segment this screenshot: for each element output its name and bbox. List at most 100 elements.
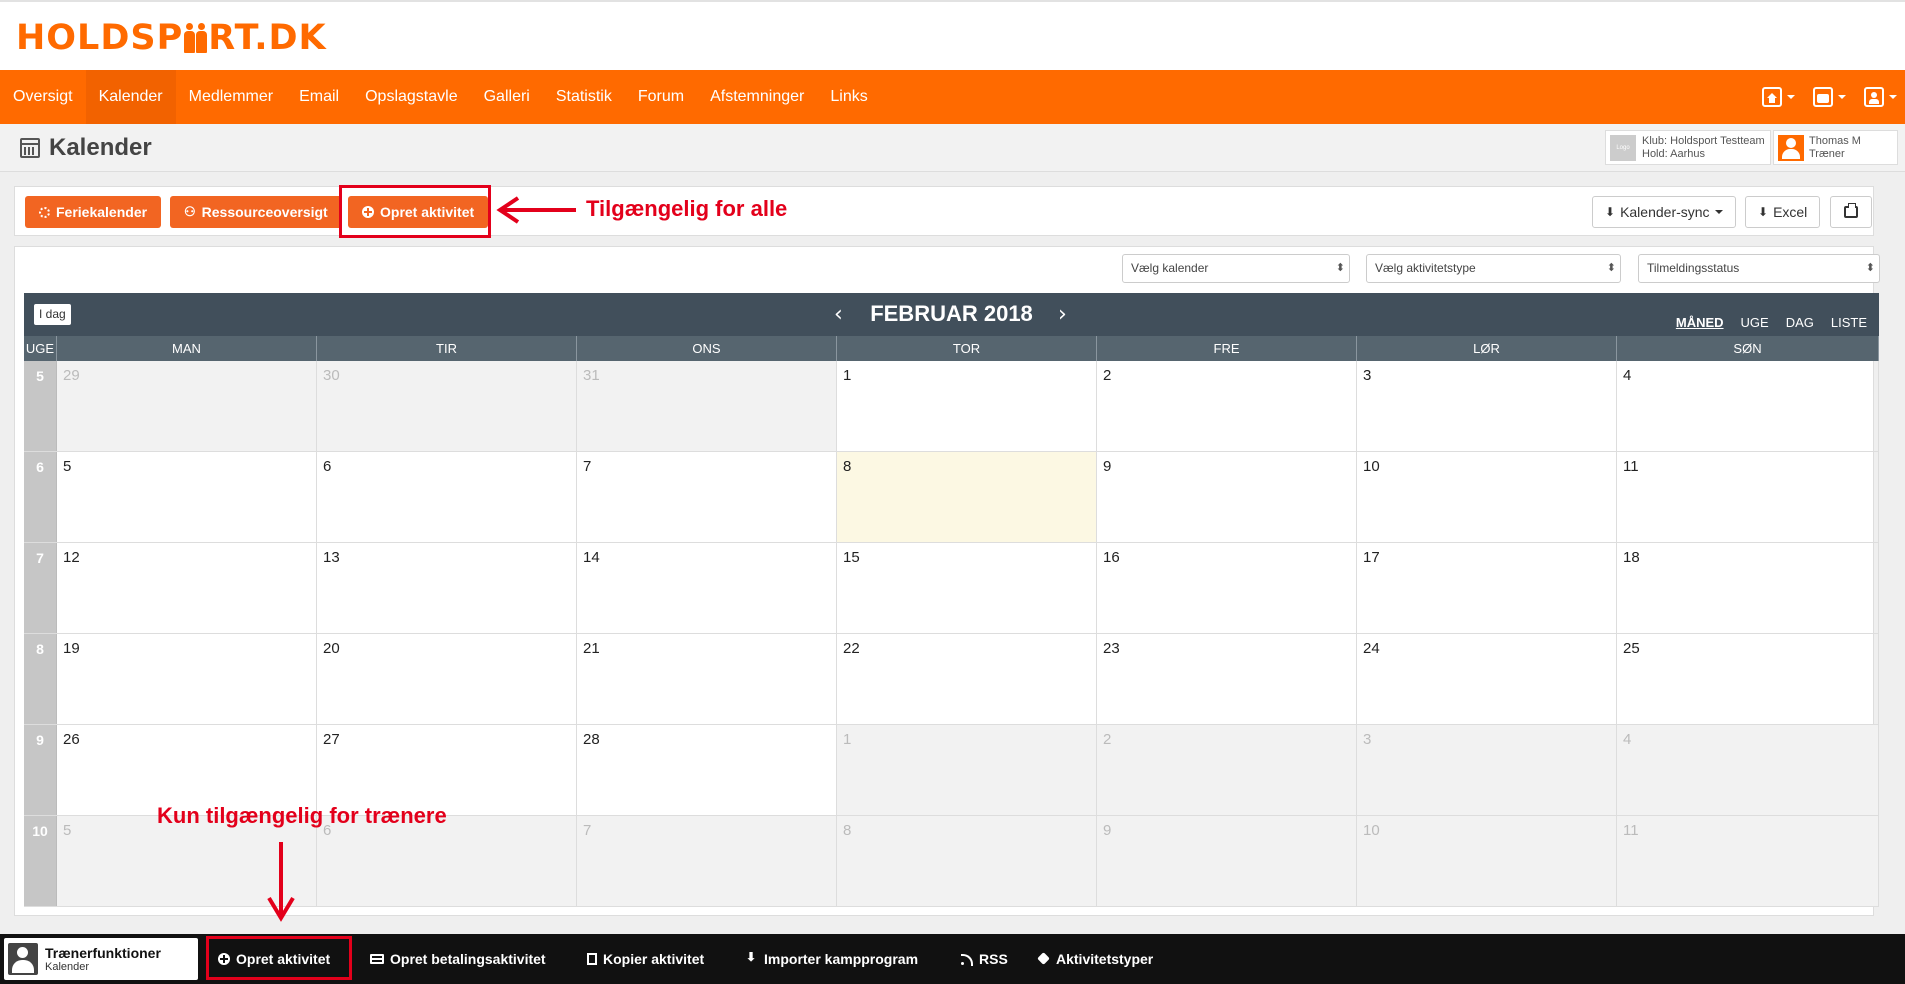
day-cell[interactable]: 13 bbox=[317, 543, 577, 633]
ressourceoversigt-button[interactable]: ⚇ Ressourceoversigt bbox=[170, 196, 342, 228]
day-cell[interactable]: 5 bbox=[57, 452, 317, 542]
club-selector[interactable]: Logo Klub: Holdsport Testteam Hold: Aarh… bbox=[1605, 130, 1771, 165]
team-menu[interactable] bbox=[1813, 87, 1846, 107]
trainer-subtitle: Kalender bbox=[45, 960, 90, 973]
chevron-right-icon[interactable]: › bbox=[1058, 302, 1067, 327]
nav-item-opslagstavle[interactable]: Opslagstavle bbox=[352, 70, 471, 124]
day-cell[interactable]: 4 bbox=[1617, 361, 1879, 451]
bb-rss[interactable]: RSS bbox=[961, 934, 1008, 984]
bb-kopier-aktivitet[interactable]: Kopier aktivitet bbox=[587, 934, 704, 984]
nav-item-medlemmer[interactable]: Medlemmer bbox=[176, 70, 286, 124]
day-number: 13 bbox=[323, 549, 340, 566]
kalender-select[interactable]: Vælg kalender bbox=[1122, 254, 1350, 283]
team-icon bbox=[1813, 87, 1833, 107]
day-cell[interactable]: 31 bbox=[577, 361, 837, 451]
day-cell[interactable]: 7 bbox=[577, 816, 837, 906]
day-cell[interactable]: 3 bbox=[1357, 725, 1617, 815]
day-cell[interactable]: 26 bbox=[57, 725, 317, 815]
tilmeldingsstatus-select[interactable]: Tilmeldingsstatus bbox=[1638, 254, 1880, 283]
day-cell[interactable]: 12 bbox=[57, 543, 317, 633]
day-cell[interactable]: 20 bbox=[317, 634, 577, 724]
day-cell[interactable]: 11 bbox=[1617, 816, 1879, 906]
day-cell-today[interactable]: 8 bbox=[837, 452, 1097, 542]
nav-item-links[interactable]: Links bbox=[817, 70, 880, 124]
day-cell[interactable]: 28 bbox=[577, 725, 837, 815]
kalender-sync-button[interactable]: ⬇ Kalender-sync bbox=[1592, 196, 1736, 228]
bb-opret-betalingsaktivitet[interactable]: Opret betalingsaktivitet bbox=[370, 934, 546, 984]
day-cell[interactable]: 10 bbox=[1357, 452, 1617, 542]
day-cell[interactable]: 19 bbox=[57, 634, 317, 724]
logo-text-part2: RT.DK bbox=[208, 18, 327, 58]
day-cell[interactable]: 16 bbox=[1097, 543, 1357, 633]
day-number: 10 bbox=[1363, 458, 1380, 475]
trainer-functions-box[interactable]: Trænerfunktioner Kalender bbox=[4, 938, 198, 980]
day-cell[interactable]: 4 bbox=[1617, 725, 1879, 815]
day-cell[interactable]: 23 bbox=[1097, 634, 1357, 724]
chevron-left-icon[interactable]: ‹ bbox=[834, 302, 843, 327]
day-cell[interactable]: 21 bbox=[577, 634, 837, 724]
day-cell[interactable]: 30 bbox=[317, 361, 577, 451]
excel-button[interactable]: ⬇ Excel bbox=[1745, 196, 1821, 228]
day-number: 21 bbox=[583, 640, 600, 657]
user-menu[interactable] bbox=[1864, 87, 1897, 107]
day-cell[interactable]: 18 bbox=[1617, 543, 1879, 633]
view-uge[interactable]: UGE bbox=[1741, 315, 1769, 330]
user-info: Thomas M Træner bbox=[1809, 135, 1861, 161]
annotation-highlight-top bbox=[339, 185, 491, 238]
home-menu[interactable] bbox=[1762, 87, 1795, 107]
day-cell[interactable]: 11 bbox=[1617, 452, 1879, 542]
day-cell[interactable]: 14 bbox=[577, 543, 837, 633]
aktivitetstype-select[interactable]: Vælg aktivitetstype bbox=[1366, 254, 1621, 283]
chevron-down-icon bbox=[1714, 210, 1723, 214]
bb-importer-kampprogram[interactable]: Importer kampprogram bbox=[746, 934, 918, 984]
download-icon: ⬇ bbox=[1605, 205, 1616, 219]
nav-item-email[interactable]: Email bbox=[286, 70, 352, 124]
nav-item-galleri[interactable]: Galleri bbox=[471, 70, 543, 124]
day-number: 7 bbox=[583, 458, 592, 475]
week-number: 7 bbox=[24, 543, 57, 633]
weekday-header: LØR bbox=[1357, 336, 1617, 361]
club-name: Klub: Holdsport Testteam bbox=[1642, 134, 1765, 147]
user-name: Thomas M bbox=[1809, 134, 1861, 147]
day-cell[interactable]: 9 bbox=[1097, 816, 1357, 906]
view-dag[interactable]: DAG bbox=[1786, 315, 1814, 330]
user-selector[interactable]: Thomas M Træner bbox=[1773, 130, 1898, 165]
nav-item-forum[interactable]: Forum bbox=[625, 70, 697, 124]
day-cell[interactable]: 25 bbox=[1617, 634, 1879, 724]
nav-item-oversigt[interactable]: Oversigt bbox=[0, 70, 86, 124]
bb-kopier-aktivitet-label: Kopier aktivitet bbox=[603, 951, 705, 967]
feriekalender-button[interactable]: Feriekalender bbox=[25, 196, 162, 228]
day-number: 8 bbox=[843, 822, 852, 839]
week-row: 6 5 6 7 8 9 10 11 bbox=[24, 452, 1879, 543]
print-button[interactable] bbox=[1830, 196, 1872, 228]
day-cell[interactable]: 9 bbox=[1097, 452, 1357, 542]
day-cell[interactable]: 15 bbox=[837, 543, 1097, 633]
nav-item-statistik[interactable]: Statistik bbox=[543, 70, 625, 124]
day-cell[interactable]: 1 bbox=[837, 361, 1097, 451]
day-cell[interactable]: 8 bbox=[837, 816, 1097, 906]
nav-item-kalender[interactable]: Kalender bbox=[85, 70, 176, 124]
logo-text-part1: HOLDSP bbox=[16, 18, 184, 58]
day-cell[interactable]: 1 bbox=[837, 725, 1097, 815]
day-cell[interactable]: 7 bbox=[577, 452, 837, 542]
day-cell[interactable]: 22 bbox=[837, 634, 1097, 724]
nav-item-afstemninger[interactable]: Afstemninger bbox=[697, 70, 817, 124]
day-cell[interactable]: 2 bbox=[1097, 725, 1357, 815]
day-cell[interactable]: 17 bbox=[1357, 543, 1617, 633]
day-number: 29 bbox=[63, 367, 80, 384]
day-cell[interactable]: 6 bbox=[317, 816, 577, 906]
day-cell[interactable]: 6 bbox=[317, 452, 577, 542]
day-cell[interactable]: 24 bbox=[1357, 634, 1617, 724]
holdsport-logo[interactable]: HOLDSP RT.DK bbox=[16, 18, 327, 58]
day-cell[interactable]: 10 bbox=[1357, 816, 1617, 906]
team-name: Hold: Aarhus bbox=[1642, 147, 1705, 160]
day-cell[interactable]: 3 bbox=[1357, 361, 1617, 451]
today-button[interactable]: I dag bbox=[34, 304, 71, 325]
bb-aktivitetstyper[interactable]: Aktivitetstyper bbox=[1038, 934, 1153, 984]
view-maaned[interactable]: MÅNED bbox=[1676, 315, 1724, 330]
day-cell[interactable]: 2 bbox=[1097, 361, 1357, 451]
day-number: 22 bbox=[843, 640, 860, 657]
day-cell[interactable]: 29 bbox=[57, 361, 317, 451]
day-cell[interactable]: 27 bbox=[317, 725, 577, 815]
view-liste[interactable]: LISTE bbox=[1831, 315, 1867, 330]
